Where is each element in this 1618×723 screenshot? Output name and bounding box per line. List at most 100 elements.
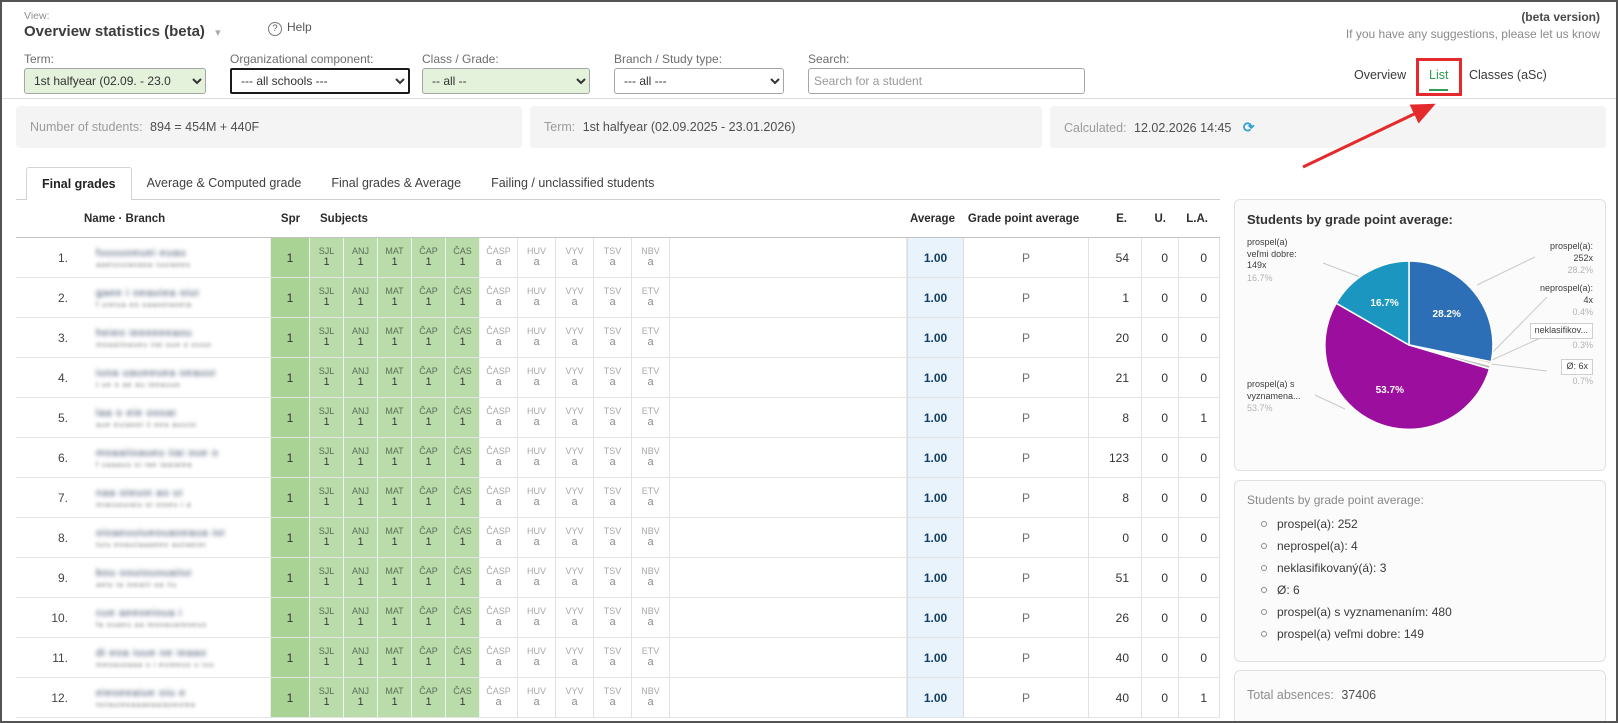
subject-grade: 1 [310, 496, 343, 509]
subject-grade-cell: ČAP1 [412, 358, 446, 397]
student-branch-redacted: aue euiaooi ii eea auuioi [96, 420, 270, 429]
help-link[interactable]: ?Help [268, 20, 312, 36]
search-input[interactable] [808, 68, 1085, 94]
tab-average-computed[interactable]: Average & Computed grade [132, 167, 317, 200]
student-name: oioaeuuiueouaoeaua ioi tuiu eoauiiaaaeeo… [78, 518, 271, 557]
subject-grade-cell: SJL1 [310, 278, 344, 317]
table-row[interactable]: 4.iuoa uaueeuea oeauuit ue o ae au ieeau… [16, 358, 1220, 398]
bullet-icon [1261, 543, 1267, 549]
subject-grade-cell: ČAS1 [446, 238, 480, 277]
subject-abbr: VYV [556, 606, 593, 616]
bullet-icon [1261, 587, 1267, 593]
student-name: moaaiioaueu iiai oue of uaaauu oi iae ia… [78, 438, 271, 477]
tab-failing-unclassified[interactable]: Failing / unclassified students [476, 167, 669, 200]
tab-final-grades[interactable]: Final grades [26, 167, 132, 200]
subject-abbr: ČAS [446, 526, 479, 536]
table-row[interactable]: 7.naa oieuoi ao ui miaiuouiaiu oi oioeu … [16, 478, 1220, 518]
subject-grade-cell: VYVa [556, 358, 594, 397]
subject-grade-cell: MAT1 [378, 518, 412, 557]
subject-grade: 1 [412, 576, 445, 589]
subject-abbr: MAT [378, 646, 411, 656]
subject-grade: a [556, 416, 593, 429]
student-branch-redacted: aeiu ia ioeaiii oa iiu [96, 580, 270, 589]
unexcused-count: 0 [1142, 318, 1179, 357]
gpa-value: P [964, 358, 1089, 397]
subject-grade-cell: SJL1 [310, 358, 344, 397]
class-grade-select[interactable]: -- all -- [422, 68, 590, 94]
row-number: 11. [16, 638, 78, 677]
header-name-branch: Name · Branch [78, 213, 271, 225]
branch-select[interactable]: --- all --- [614, 68, 784, 94]
average-value: 1.00 [907, 438, 964, 477]
subject-grade: a [480, 656, 517, 669]
unexcused-count: 0 [1142, 638, 1179, 677]
subject-abbr: NBV [632, 566, 669, 576]
subject-abbr: ČAS [446, 686, 479, 696]
subject-grade-cell: MAT1 [378, 398, 412, 437]
pie-callout: prospel(a) svyznamena...53.7% [1247, 379, 1317, 415]
table-row[interactable]: 5.laa o eie oooai aue euiaooi ii eea auu… [16, 398, 1220, 438]
subject-grade-cell: HUVa [518, 638, 556, 677]
subject-grade: 1 [412, 456, 445, 469]
view-tab-list[interactable]: List [1429, 68, 1448, 91]
subject-grade: a [632, 536, 669, 549]
gpa-value: P [964, 398, 1089, 437]
subject-grade: a [632, 456, 669, 469]
subject-abbr: ANJ [344, 446, 377, 456]
subject-abbr: ČASP [480, 486, 517, 496]
table-row[interactable]: 12.eieoeeaiue oiu etoiiauieeaaaeaaiaoeoi… [16, 678, 1220, 718]
subject-grade: a [518, 456, 555, 469]
tab-final-grades-average[interactable]: Final grades & Average [316, 167, 476, 200]
calculated-label: Calculated: [1064, 121, 1127, 135]
subject-grade: a [480, 376, 517, 389]
bullet-icon [1261, 609, 1267, 615]
table-row[interactable]: 6.moaaiioaueu iiai oue of uaaauu oi iae … [16, 438, 1220, 478]
org-filter-label: Organizational component: [230, 52, 373, 66]
student-name-redacted: iuoa uaueeuea oeauui [96, 367, 270, 379]
subject-grade: 1 [378, 416, 411, 429]
subject-abbr: HUV [518, 446, 555, 456]
subject-grade: a [518, 656, 555, 669]
subject-grade: 1 [310, 336, 343, 349]
row-filler [670, 398, 907, 437]
average-value: 1.00 [907, 518, 964, 557]
table-row[interactable]: 10.cue aeeoeioua ifa ouaeu aa ieooauaieo… [16, 598, 1220, 638]
subject-abbr: TSV [594, 566, 631, 576]
term-select[interactable]: 1st halfyear (02.09. - 23.0 [24, 68, 206, 94]
view-tab-overview[interactable]: Overview [1354, 68, 1406, 82]
subject-abbr: VYV [556, 446, 593, 456]
view-tab-classes[interactable]: Classes (aSc) [1469, 68, 1547, 82]
term-filter-label: Term: [24, 52, 54, 66]
org-component-select[interactable]: --- all schools --- [230, 68, 410, 94]
page-title[interactable]: Overview statistics (beta) ▾ [24, 23, 221, 40]
subject-grade-cell: ČASPa [480, 318, 518, 357]
subject-grade: a [556, 576, 593, 589]
subject-abbr: ETV [632, 286, 669, 296]
subject-grade: 1 [310, 616, 343, 629]
table-row[interactable]: 2.gaee i oeauiea oiuif uieiua eo oaaooia… [16, 278, 1220, 318]
student-name-redacted: naa oieuoi ao ui [96, 487, 270, 499]
subject-grade-cell: HUVa [518, 678, 556, 717]
subject-grade: a [594, 296, 631, 309]
subject-grade: a [480, 496, 517, 509]
subject-grade: a [480, 696, 517, 709]
student-branch-redacted: miaiuouiaiu oi oioeu i a [96, 500, 270, 509]
late-arrival-count: 0 [1179, 318, 1220, 357]
table-row[interactable]: 8.oioaeuuiueouaoeaua ioi tuiu eoauiiaaae… [16, 518, 1220, 558]
table-row[interactable]: 1.fuuuuoeuei euauaaeiuiuiaoaoa iuuiaeeo1… [16, 238, 1220, 278]
subject-grade-cell: MAT1 [378, 678, 412, 717]
student-name-redacted: eieoeeaiue oiu e [96, 687, 270, 699]
subject-abbr: ČAP [412, 366, 445, 376]
excused-count: 54 [1089, 238, 1142, 277]
help-label: Help [287, 20, 312, 34]
pie-callout-text: neprospel(a):4x [1540, 283, 1593, 306]
subject-grade-cell: HUVa [518, 478, 556, 517]
table-row[interactable]: 3.heieo ieeeeeeaoumoaaiioaueu iiai oue o… [16, 318, 1220, 358]
subject-abbr: TSV [594, 646, 631, 656]
table-row[interactable]: 9.bou oouiououaiiui aeiu ia ioeaiii oa i… [16, 558, 1220, 598]
subject-grade: a [556, 536, 593, 549]
row-filler [670, 478, 907, 517]
subject-abbr: VYV [556, 686, 593, 696]
refresh-icon[interactable]: ⟳ [1243, 119, 1255, 135]
table-row[interactable]: 11.di eoa iuue oe ieaaomeoauoaaa u i eui… [16, 638, 1220, 678]
